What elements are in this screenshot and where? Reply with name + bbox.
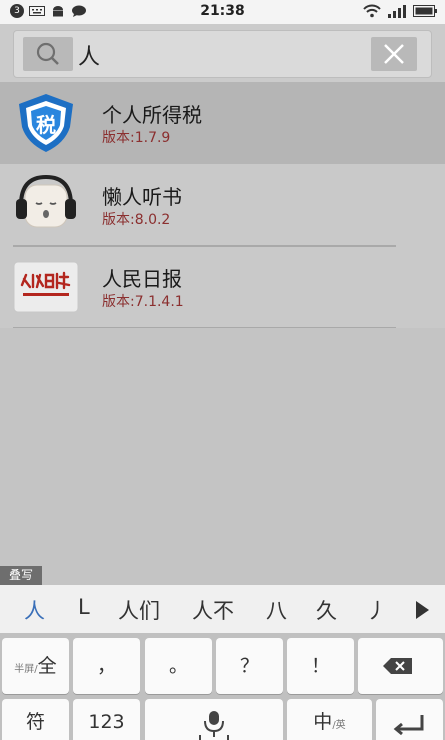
candidate-item[interactable]: 八 — [266, 595, 287, 625]
svg-text:税: 税 — [36, 113, 56, 137]
comma-key[interactable]: ， — [73, 638, 140, 694]
result-item[interactable]: 税 个人所得税 版本:1.7.9 — [0, 82, 445, 164]
signal-icon — [388, 5, 406, 18]
results-list: 税 个人所得税 版本:1.7.9 懒人听书 版本:8.0.2 人民日报 版本:7… — [0, 82, 445, 328]
candidate-item[interactable]: 人们 — [118, 595, 160, 625]
enter-key[interactable] — [376, 699, 443, 740]
key-label: 符 — [25, 711, 45, 733]
enter-icon — [393, 715, 424, 736]
candidate-item[interactable]: 人 — [24, 595, 45, 625]
app-version: 版本:1.7.9 — [102, 130, 171, 146]
backspace-icon — [383, 658, 412, 674]
period-key[interactable]: 。 — [145, 638, 212, 694]
status-right-icons — [363, 4, 437, 18]
app-version: 版本:8.0.2 — [102, 212, 171, 228]
search-icon — [36, 42, 59, 65]
clear-search-button[interactable] — [371, 37, 417, 71]
key-label: 中 — [313, 711, 333, 733]
search-area — [0, 24, 445, 82]
key-label: ， — [96, 655, 116, 677]
candidate-item[interactable]: 人不 — [192, 595, 234, 625]
numbers-key[interactable]: 123 — [73, 699, 140, 740]
headphones-face-icon — [16, 174, 76, 228]
handwriting-mode-tab[interactable]: 叠写 — [0, 566, 42, 585]
chinese-english-toggle-key[interactable]: 中/英 — [287, 699, 372, 740]
delete-key[interactable] — [358, 638, 443, 694]
row-divider — [13, 327, 396, 328]
key-label: ！ — [310, 655, 330, 677]
key-label: 全 — [37, 655, 57, 677]
battery-icon — [413, 5, 437, 17]
candidate-item[interactable]: L — [78, 595, 90, 619]
candidate-item[interactable]: 丿 — [366, 595, 387, 625]
app-name: 人民日报 — [102, 267, 182, 291]
search-box — [13, 30, 432, 78]
key-sublabel: 半屏/ — [14, 664, 38, 675]
key-label: 123 — [88, 711, 125, 733]
tax-shield-icon: 税 — [19, 94, 73, 152]
candidate-bar: 人 L 人们 人不 八 久 丿 — [0, 585, 445, 633]
row-divider — [13, 246, 396, 247]
space-key[interactable] — [145, 699, 283, 740]
exclaim-key[interactable]: ！ — [287, 638, 354, 694]
microphone-icon — [199, 711, 229, 740]
result-item[interactable]: 人民日报 版本:7.1.4.1 — [0, 246, 445, 328]
key-label: ？ — [239, 655, 259, 677]
candidate-item[interactable]: 久 — [316, 595, 337, 625]
status-bar: 3 21:38 — [0, 0, 445, 24]
app-name: 个人所得税 — [102, 103, 202, 127]
close-icon — [384, 44, 404, 64]
halfwidth-fullwidth-key[interactable]: 半屏/全 — [2, 638, 69, 694]
question-key[interactable]: ？ — [216, 638, 283, 694]
app-version: 版本:7.1.4.1 — [102, 294, 184, 310]
app-name: 懒人听书 — [102, 185, 182, 209]
key-sublabel: /英 — [332, 720, 346, 731]
wifi-icon — [363, 4, 381, 18]
result-item[interactable]: 懒人听书 版本:8.0.2 — [0, 164, 445, 246]
keyboard: 半屏/全 ， 。 ？ ！ 符 123 中/英 — [0, 633, 445, 740]
expand-candidates-arrow-icon[interactable] — [416, 601, 429, 619]
search-input[interactable] — [78, 41, 358, 69]
symbols-key[interactable]: 符 — [2, 699, 69, 740]
key-label: 。 — [168, 655, 188, 677]
search-button[interactable] — [23, 37, 73, 71]
peoples-daily-logo — [13, 261, 79, 313]
